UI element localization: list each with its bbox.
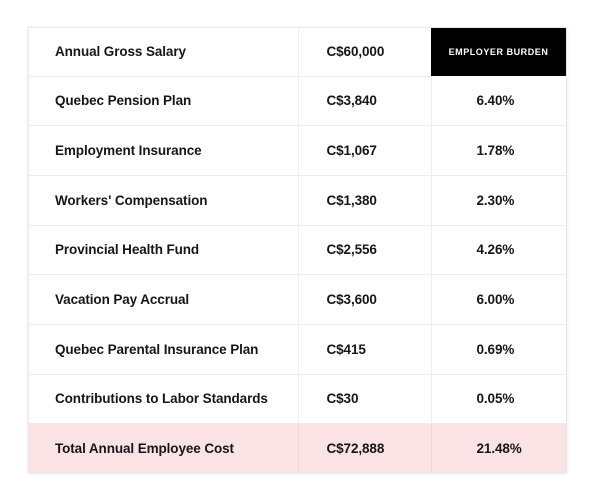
table-row: Quebec Pension Plan C$3,840 6.40% (29, 76, 566, 127)
table-row: Employment Insurance C$1,067 1.78% (29, 125, 566, 176)
table-row: Provincial Health Fund C$2,556 4.26% (29, 225, 566, 276)
row-label: Employment Insurance (29, 125, 298, 176)
row-amount: C$415 (297, 324, 431, 375)
row-label: Annual Gross Salary (29, 28, 298, 77)
row-amount: C$60,000 (297, 28, 431, 77)
row-percent: 2.30% (430, 175, 566, 226)
row-percent: 6.00% (430, 274, 566, 325)
total-label: Total Annual Employee Cost (29, 423, 298, 472)
row-amount: C$3,840 (297, 76, 431, 127)
row-percent: 6.40% (430, 76, 566, 127)
table-row: Vacation Pay Accrual C$3,600 6.00% (29, 274, 566, 325)
total-amount: C$72,888 (297, 423, 431, 472)
row-label: Quebec Pension Plan (29, 76, 298, 127)
employer-burden-header: EMPLOYER BURDEN (431, 28, 566, 77)
row-percent: 0.05% (430, 374, 566, 425)
row-percent: 4.26% (430, 225, 566, 276)
row-percent: 0.69% (430, 324, 566, 375)
row-amount: C$3,600 (297, 274, 431, 325)
row-amount: C$1,067 (297, 125, 431, 176)
row-label: Vacation Pay Accrual (29, 274, 298, 325)
table-row: Workers' Compensation C$1,380 2.30% (29, 175, 566, 226)
row-label: Workers' Compensation (29, 175, 298, 226)
table-row: Contributions to Labor Standards C$30 0.… (29, 374, 566, 425)
row-amount: C$1,380 (297, 175, 431, 226)
table-row-total: Total Annual Employee Cost C$72,888 21.4… (29, 423, 566, 472)
table-row: Quebec Parental Insurance Plan C$415 0.6… (29, 324, 566, 375)
row-percent: 1.78% (430, 125, 566, 176)
total-percent: 21.48% (430, 423, 566, 472)
row-amount: C$2,556 (297, 225, 431, 276)
employer-burden-cost-card: Annual Gross Salary C$60,000 EMPLOYER BU… (28, 27, 567, 473)
row-amount: C$30 (297, 374, 431, 425)
employee-cost-table: Annual Gross Salary C$60,000 EMPLOYER BU… (29, 28, 566, 472)
row-label: Provincial Health Fund (29, 225, 298, 276)
row-label: Contributions to Labor Standards (29, 374, 298, 425)
table-row: Annual Gross Salary C$60,000 EMPLOYER BU… (29, 28, 566, 77)
row-label: Quebec Parental Insurance Plan (29, 324, 298, 375)
